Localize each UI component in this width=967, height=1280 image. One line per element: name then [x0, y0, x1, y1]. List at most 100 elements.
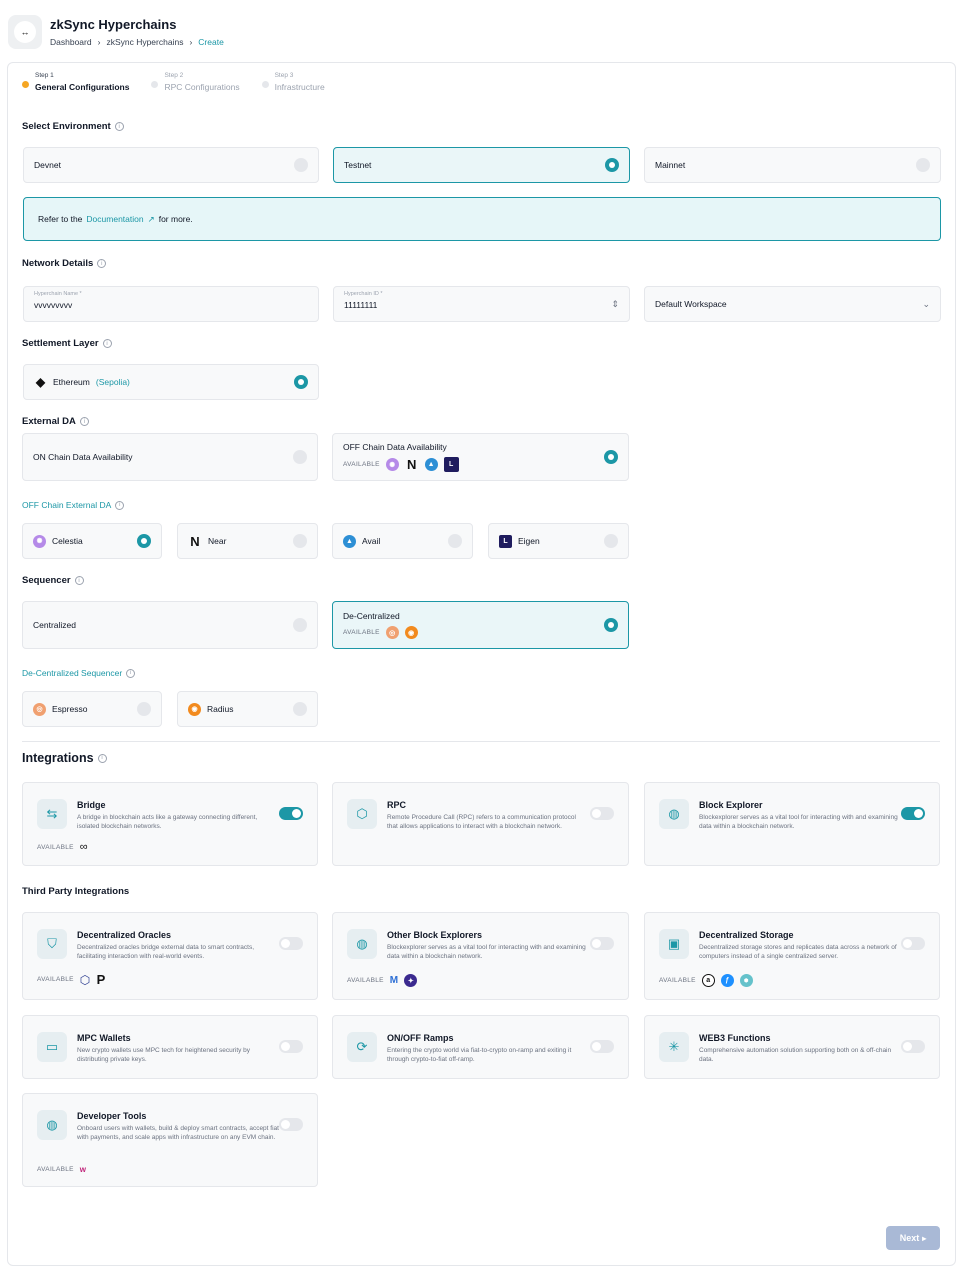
near-icon: N [190, 533, 200, 549]
page-title: zkSync Hyperchains [50, 17, 177, 32]
web3-functions-toggle[interactable] [901, 1040, 925, 1053]
step-dot-icon [151, 81, 159, 88]
sequencer-provider-espresso[interactable]: ◎ Espresso [22, 691, 162, 727]
card-description: Onboard users with wallets, build & depl… [77, 1125, 279, 1142]
avail-icon: ▲ [343, 534, 356, 548]
radius-icon: ◉ [404, 626, 418, 639]
arweave-icon: a [701, 974, 715, 987]
storage-icon: ▣ [659, 929, 689, 959]
step-label: Infrastructure [274, 82, 325, 92]
mpc-wallets-toggle[interactable] [279, 1040, 303, 1053]
card-title: Decentralized Oracles [77, 930, 172, 940]
da-option-on-chain[interactable]: ON Chain Data Availability [22, 433, 318, 481]
option-label: Near [208, 536, 227, 546]
divider [22, 741, 940, 742]
env-option-testnet[interactable]: Testnet [333, 147, 630, 183]
next-button[interactable]: Next ▸ [886, 1226, 940, 1250]
radio-icon [294, 158, 308, 172]
da-provider-celestia[interactable]: ✺ Celestia [22, 523, 162, 559]
bridge-toggle[interactable] [279, 807, 303, 820]
hyperchain-id-input[interactable]: 11111111 [344, 300, 619, 310]
env-option-mainnet[interactable]: Mainnet [644, 147, 941, 183]
section-dec-sequencer-title: De-Centralized Sequencer i [22, 668, 136, 678]
section-title-text: De-Centralized Sequencer [22, 668, 123, 678]
third-party-card-mpc-wallets: ▭ MPC Wallets New crypto wallets use MPC… [22, 1015, 318, 1079]
settlement-option-ethereum[interactable]: ◆ Ethereum (Sepolia) [23, 364, 319, 400]
section-integrations-title: Integrations i [22, 751, 107, 765]
radio-icon [293, 618, 307, 632]
chainlink-icon: ⬡ [79, 972, 91, 987]
info-icon[interactable]: i [126, 668, 136, 678]
info-icon[interactable]: i [102, 339, 112, 348]
rpc-toggle[interactable] [590, 807, 614, 820]
wallet-icon: ▭ [37, 1032, 67, 1062]
card-title: RPC [387, 800, 407, 810]
available-label: AVAILABLE [37, 1166, 74, 1173]
breadcrumb-hyperchains[interactable]: zkSync Hyperchains [106, 37, 183, 47]
sequencer-option-centralized[interactable]: Centralized [22, 601, 318, 649]
step-dot-icon [22, 81, 29, 88]
sequencer-option-decentralized[interactable]: De-Centralized AVAILABLE ◎ ◉ [332, 601, 629, 649]
card-title: ON/OFF Ramps [387, 1033, 454, 1043]
documentation-link[interactable]: Documentation [86, 214, 143, 224]
oracles-toggle[interactable] [279, 937, 303, 950]
section-title-text: Settlement Layer [22, 338, 99, 349]
documentation-banner: Refer to the Documentation ↗ for more. [23, 197, 941, 241]
info-icon[interactable]: i [115, 500, 125, 510]
next-label: Next [899, 1233, 920, 1243]
card-description: Remote Procedure Call (RPC) refers to a … [387, 814, 576, 831]
section-title-text: Third Party Integrations [22, 886, 130, 897]
radio-icon [293, 534, 307, 548]
globe-icon: ◍ [659, 799, 689, 829]
option-label: Avail [362, 536, 381, 546]
integration-card-rpc: ⬡ RPC Remote Procedure Call (RPC) refers… [332, 782, 629, 866]
available-label: AVAILABLE [37, 976, 74, 983]
sequencer-provider-radius[interactable]: ◉ Radius [177, 691, 318, 727]
option-label: Mainnet [655, 160, 686, 170]
info-icon[interactable]: i [79, 417, 89, 426]
third-party-card-oracles: ⛉ Decentralized Oracles Decentralized or… [22, 912, 318, 1000]
da-provider-near[interactable]: N Near [177, 523, 318, 559]
storage-toggle[interactable] [901, 937, 925, 950]
stepper-icon[interactable]: ⇕ [611, 299, 619, 310]
da-option-off-chain[interactable]: OFF Chain Data Availability AVAILABLE ✺ … [332, 433, 629, 481]
card-title: Decentralized Storage [699, 930, 794, 940]
step-rpc[interactable]: Step 2 RPC Configurations [151, 72, 240, 92]
radio-selected-icon [605, 158, 619, 172]
eigen-icon: L [499, 534, 512, 548]
card-description: Blockexplorer serves as a vital tool for… [699, 814, 898, 831]
step-infrastructure[interactable]: Step 3 Infrastructure [261, 72, 325, 92]
da-provider-eigen[interactable]: L Eigen [488, 523, 629, 559]
radio-icon [293, 450, 307, 464]
available-providers: AVAILABLE ✺ N ▲ L [343, 457, 459, 472]
block-explorer-toggle[interactable] [901, 807, 925, 820]
other-explorers-toggle[interactable] [590, 937, 614, 950]
breadcrumb: Dashboard › zkSync Hyperchains › Create [50, 37, 224, 47]
breadcrumb-create: Create [198, 37, 224, 47]
ramps-toggle[interactable] [590, 1040, 614, 1053]
breadcrumb-dashboard[interactable]: Dashboard [50, 37, 92, 47]
option-label: Centralized [33, 620, 76, 630]
step-general[interactable]: Step 1 General Configurations [22, 72, 129, 92]
field-label: Hyperchain Name * [34, 291, 82, 297]
env-option-devnet[interactable]: Devnet [23, 147, 319, 183]
workspace-select[interactable]: Default Workspace ⌄ [644, 286, 941, 322]
eigen-icon: L [443, 457, 459, 472]
card-description: Blockexplorer serves as a vital tool for… [387, 944, 586, 961]
hyperchain-name-field[interactable]: Hyperchain Name * vvvvvvvvv [23, 286, 319, 322]
hyperchain-name-input[interactable]: vvvvvvvvv [34, 300, 308, 310]
explorer-logo-icon: ✦ [404, 974, 418, 987]
developer-tools-toggle[interactable] [279, 1118, 303, 1131]
info-icon[interactable]: i [97, 259, 107, 268]
info-icon[interactable]: i [74, 576, 84, 585]
bridge-arrows-icon: ⇆ [37, 799, 67, 829]
da-provider-avail[interactable]: ▲ Avail [332, 523, 473, 559]
step-label: RPC Configurations [164, 82, 240, 92]
section-off-chain-da-title: OFF Chain External DA i [22, 500, 125, 510]
option-label: Radius [207, 704, 234, 714]
step-number: Step 2 [164, 72, 184, 79]
hyperchain-id-field[interactable]: Hyperchain ID * 11111111 ⇕ [333, 286, 630, 322]
info-icon[interactable]: i [97, 753, 107, 763]
info-icon[interactable]: i [114, 122, 124, 131]
card-description: Decentralized oracles bridge external da… [77, 944, 255, 961]
